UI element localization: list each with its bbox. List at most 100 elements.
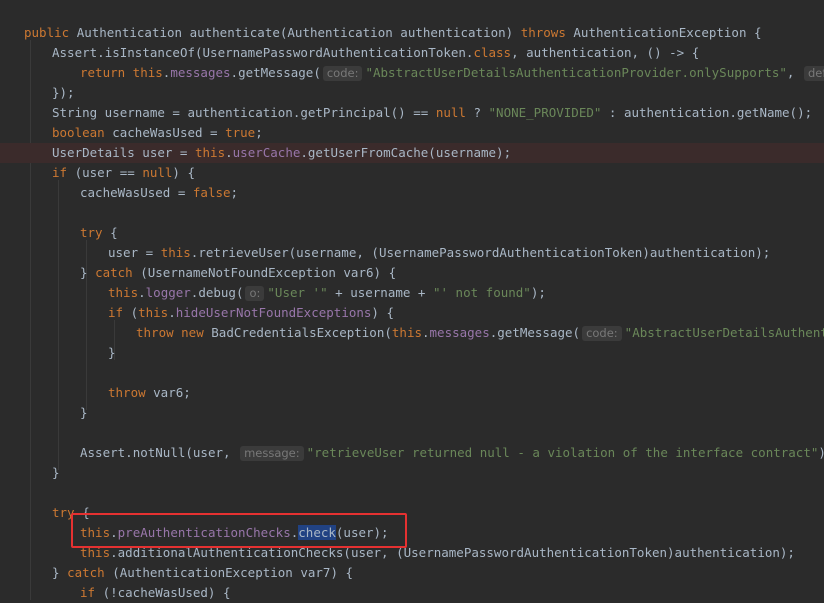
- code-token: "retrieveUser returned null - a violatio…: [306, 445, 819, 460]
- code-token: .getUserFromCache(username);: [300, 145, 512, 160]
- code-text: }: [52, 463, 60, 483]
- code-token: notNull: [132, 445, 186, 460]
- parameter-hint: message:: [240, 446, 304, 461]
- code-line[interactable]: } catch (UsernameNotFoundException var6)…: [0, 263, 824, 283]
- code-token: hideUserNotFoundExceptions: [175, 305, 372, 320]
- code-token: : authentication.getName();: [601, 105, 813, 120]
- code-token: (UsernamePasswordAuthenticationToken.: [195, 45, 474, 60]
- code-line[interactable]: } catch (AuthenticationException var7) {: [0, 563, 824, 583]
- code-token: var6;: [153, 385, 191, 400]
- code-token: catch: [67, 565, 113, 580]
- code-line[interactable]: public Authentication authenticate(Authe…: [0, 23, 824, 43]
- code-token: false: [192, 185, 231, 200]
- code-token: if: [108, 305, 131, 320]
- parameter-hint: code:: [582, 326, 622, 341]
- code-token: messages: [170, 65, 231, 80]
- code-line[interactable]: try {: [0, 223, 824, 243]
- code-line[interactable]: [0, 423, 824, 443]
- code-token: if: [52, 165, 75, 180]
- code-token: "User '": [267, 285, 328, 300]
- code-text: if (user == null) {: [52, 163, 195, 183]
- code-token: throws: [520, 25, 574, 40]
- code-line[interactable]: if (!cacheWasUsed) {: [0, 583, 824, 603]
- code-token: ?: [473, 105, 489, 120]
- code-text: public Authentication authenticate(Authe…: [24, 23, 762, 43]
- code-line[interactable]: }: [0, 463, 824, 483]
- code-token: {: [110, 225, 118, 240]
- code-token: isInstanceOf: [104, 45, 195, 60]
- code-token: AuthenticationException {: [573, 25, 762, 40]
- code-line[interactable]: });: [0, 83, 824, 103]
- code-text: });: [52, 83, 75, 103]
- code-token: user =: [108, 245, 161, 260]
- code-text: this.logger.debug(o: "User '" + username …: [108, 283, 546, 303]
- code-line[interactable]: [0, 363, 824, 383]
- annotation-highlight-box: [71, 513, 407, 548]
- code-line[interactable]: throw new BadCredentialsException(this.m…: [0, 323, 824, 343]
- code-token: Assert.: [80, 445, 133, 460]
- code-token: Authentication authenticate(Authenticati…: [76, 25, 521, 40]
- code-line[interactable]: this.logger.debug(o: "User '" + username …: [0, 283, 824, 303]
- code-editor[interactable]: public Authentication authenticate(Authe…: [0, 0, 824, 600]
- code-text: if (!cacheWasUsed) {: [80, 583, 231, 603]
- code-token: ) {: [172, 165, 195, 180]
- code-token: "AbstractUserDetailsAuthenticationProvid…: [365, 65, 787, 80]
- code-line[interactable]: throw var6;: [0, 383, 824, 403]
- code-token: (AuthenticationException var7) {: [112, 565, 354, 580]
- code-text: return this.messages.getMessage(code: "Ab…: [80, 63, 824, 83]
- code-token: });: [52, 85, 75, 100]
- code-line[interactable]: String username = authentication.getPrin…: [0, 103, 824, 123]
- code-token: }: [52, 565, 68, 580]
- code-line[interactable]: [0, 203, 824, 223]
- code-token: try: [80, 225, 111, 240]
- code-token: this: [160, 245, 191, 260]
- code-token: true: [225, 125, 256, 140]
- code-token: null: [142, 165, 173, 180]
- code-token: logger: [145, 285, 191, 300]
- code-token: "' not found": [432, 285, 531, 300]
- code-text: try {: [80, 223, 118, 243]
- code-line[interactable]: UserDetails user = this.userCache.getUse…: [0, 143, 824, 163]
- code-token: (!cacheWasUsed) {: [102, 585, 231, 600]
- code-token: );: [818, 445, 824, 460]
- code-token: null: [435, 105, 474, 120]
- code-token: userCache: [232, 145, 301, 160]
- code-token: (: [130, 305, 139, 320]
- code-token: .: [225, 145, 233, 160]
- code-line[interactable]: user = this.retrieveUser(username, (User…: [0, 243, 824, 263]
- code-text: cacheWasUsed = false;: [80, 183, 238, 203]
- code-line[interactable]: cacheWasUsed = false;: [0, 183, 824, 203]
- code-token: .getMessage(: [489, 325, 581, 340]
- code-token: .retrieveUser(username, (UsernamePasswor…: [190, 245, 771, 260]
- code-token: this: [108, 285, 139, 300]
- code-token: }: [80, 405, 88, 420]
- code-line[interactable]: return this.messages.getMessage(code: "Ab…: [0, 63, 824, 83]
- code-token: }: [52, 465, 60, 480]
- code-token: (user,: [185, 445, 239, 460]
- code-text: throw var6;: [108, 383, 191, 403]
- code-token: );: [530, 285, 546, 300]
- code-line[interactable]: }: [0, 343, 824, 363]
- code-token: this: [195, 145, 226, 160]
- code-token: + username +: [327, 285, 433, 300]
- code-token: .: [168, 305, 176, 320]
- code-line[interactable]: }: [0, 403, 824, 423]
- code-token: ;: [230, 185, 239, 200]
- code-line[interactable]: boolean cacheWasUsed = true;: [0, 123, 824, 143]
- code-token: this: [138, 305, 169, 320]
- code-token: throw: [108, 385, 154, 400]
- code-token: (UsernameNotFoundException var6) {: [140, 265, 397, 280]
- code-token: if: [80, 585, 103, 600]
- code-token: }: [108, 345, 116, 360]
- code-token: .getMessage(: [230, 65, 321, 80]
- code-token: ,: [786, 65, 802, 80]
- code-token: .: [422, 325, 430, 340]
- code-token: ) {: [371, 305, 394, 320]
- code-line[interactable]: [0, 483, 824, 503]
- code-line[interactable]: if (user == null) {: [0, 163, 824, 183]
- code-token: UserDetails user =: [52, 145, 195, 160]
- code-line[interactable]: Assert.notNull(user, message: "retrieveUs…: [0, 443, 824, 463]
- code-text: Assert.isInstanceOf(UsernamePasswordAuth…: [52, 43, 699, 63]
- code-line[interactable]: if (this.hideUserNotFoundExceptions) {: [0, 303, 824, 323]
- code-line[interactable]: Assert.isInstanceOf(UsernamePasswordAuth…: [0, 43, 824, 63]
